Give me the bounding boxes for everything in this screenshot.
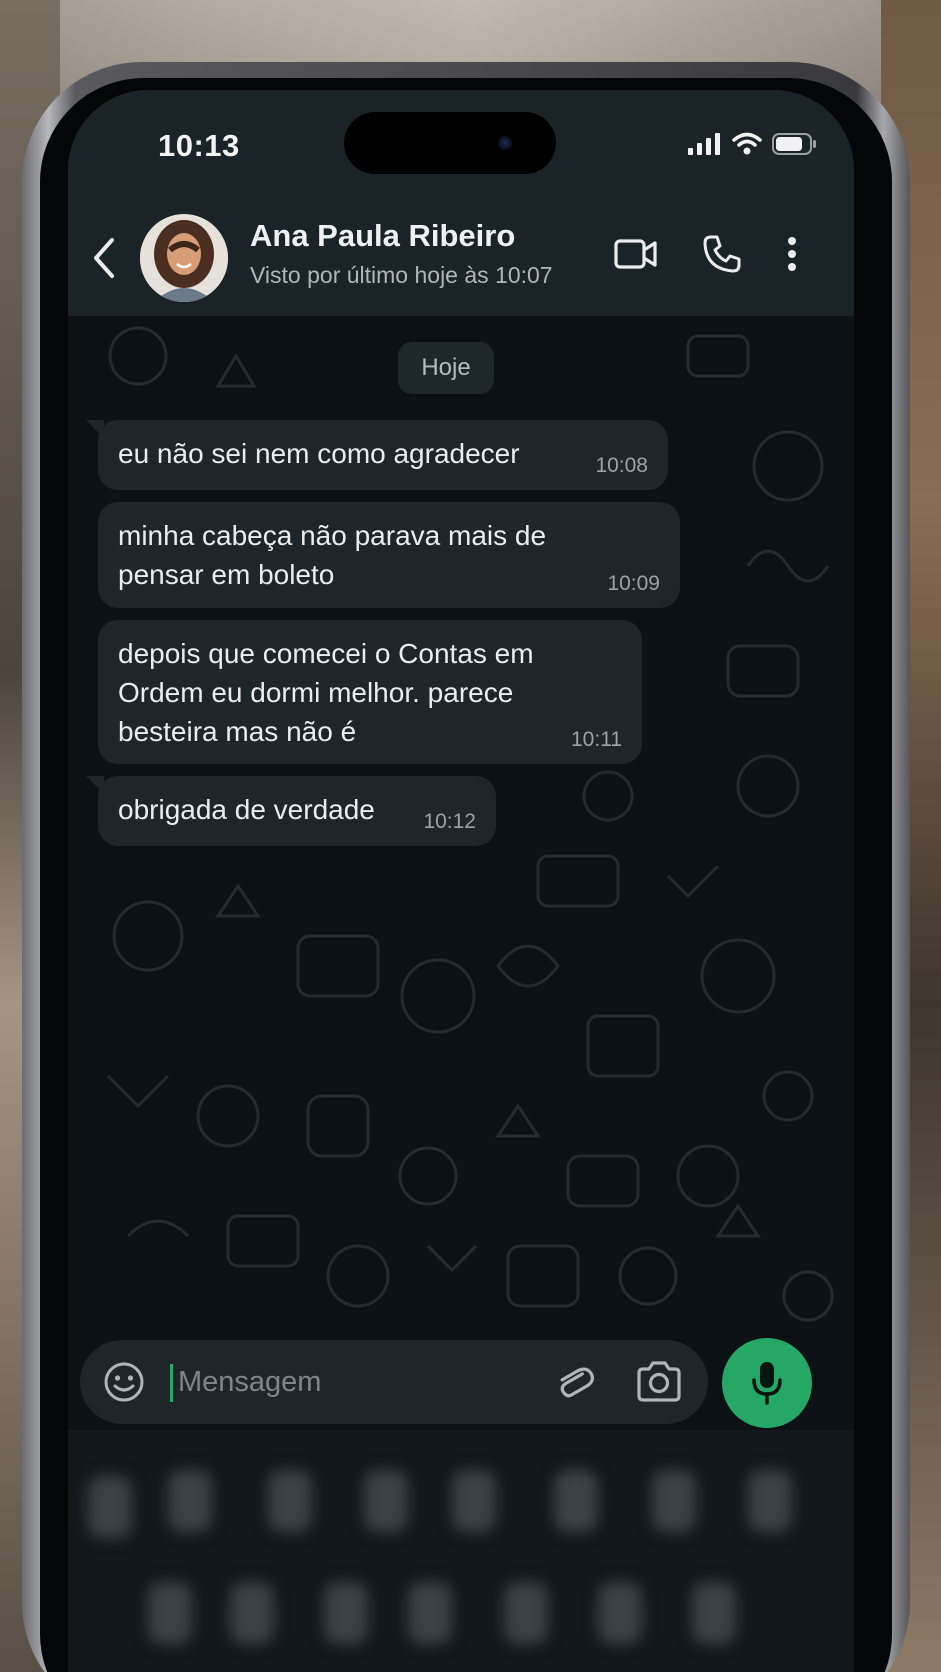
- dynamic-island: [344, 112, 556, 174]
- back-icon: [94, 238, 114, 278]
- keyboard-key[interactable]: [748, 1470, 792, 1532]
- camera-icon: [637, 1361, 681, 1402]
- attach-icon: [560, 1367, 594, 1398]
- signal-icon: [688, 133, 720, 155]
- avatar-photo: [140, 214, 228, 302]
- chat-area[interactable]: Hoje eu não sei nem como agradecer 10:08…: [68, 316, 854, 1346]
- keyboard-key[interactable]: [652, 1470, 696, 1532]
- message-time: 10:09: [607, 572, 660, 595]
- video-call-button[interactable]: [606, 224, 666, 284]
- attach-button[interactable]: [550, 1358, 598, 1406]
- status-icons: [688, 130, 818, 158]
- contact-name[interactable]: Ana Paula Ribeiro: [250, 218, 515, 254]
- video-call-icon: [614, 239, 657, 269]
- voice-message-button[interactable]: [722, 1338, 812, 1428]
- message-text: depois que comecei o Contas em Ordem eu …: [118, 638, 534, 747]
- message-time: 10:11: [571, 728, 622, 751]
- keyboard-key[interactable]: [554, 1470, 598, 1532]
- camera-button[interactable]: [634, 1358, 684, 1406]
- keyboard-key[interactable]: [692, 1582, 736, 1644]
- message-bubble[interactable]: obrigada de verdade 10:12: [86, 776, 496, 846]
- back-button[interactable]: [84, 230, 124, 286]
- message-bubble[interactable]: minha cabeça não parava mais de pensar e…: [98, 502, 680, 608]
- bubble-tail: [86, 776, 104, 794]
- message-time: 10:08: [595, 454, 648, 477]
- wifi-icon: [732, 132, 762, 155]
- voice-call-button[interactable]: [692, 224, 752, 284]
- status-time: 10:13: [158, 128, 240, 163]
- keyboard-key[interactable]: [598, 1582, 642, 1644]
- keyboard-key[interactable]: [88, 1476, 132, 1538]
- more-vertical-icon: [788, 237, 796, 271]
- bubble-tail: [86, 420, 104, 438]
- keyboard-key[interactable]: [148, 1582, 192, 1644]
- message-bubble[interactable]: depois que comecei o Contas em Ordem eu …: [98, 620, 642, 764]
- keyboard-key[interactable]: [364, 1470, 408, 1532]
- battery-icon: [772, 133, 816, 155]
- front-camera: [498, 136, 512, 150]
- emoji-icon: [104, 1362, 144, 1402]
- mic-icon: [752, 1362, 782, 1405]
- keyboard-key[interactable]: [268, 1470, 312, 1532]
- keyboard-key[interactable]: [452, 1470, 496, 1532]
- chat-header: Ana Paula Ribeiro Visto por último hoje …: [68, 200, 854, 316]
- keyboard-key[interactable]: [408, 1582, 452, 1644]
- status-bar: 10:13: [68, 90, 854, 200]
- text-caret: [170, 1364, 173, 1402]
- emoji-button[interactable]: [102, 1360, 146, 1404]
- contact-avatar[interactable]: [140, 214, 228, 302]
- keyboard: [68, 1430, 854, 1672]
- message-text: eu não sei nem como agradecer: [118, 438, 520, 469]
- phone-screen: 10:13 Ana Paula Ribeiro Visto por último…: [68, 90, 854, 1672]
- message-time: 10:12: [423, 810, 476, 833]
- message-input[interactable]: [176, 1358, 538, 1406]
- keyboard-key[interactable]: [230, 1582, 274, 1644]
- keyboard-key[interactable]: [324, 1582, 368, 1644]
- date-separator: Hoje: [398, 342, 494, 394]
- keyboard-key[interactable]: [168, 1470, 212, 1532]
- last-seen-status: Visto por último hoje às 10:07: [250, 262, 553, 288]
- keyboard-key[interactable]: [504, 1582, 548, 1644]
- phone-icon: [703, 235, 741, 273]
- message-composer: [80, 1340, 708, 1424]
- message-text: minha cabeça não parava mais de pensar e…: [118, 520, 547, 590]
- message-bubble[interactable]: eu não sei nem como agradecer 10:08: [86, 420, 668, 490]
- more-options-button[interactable]: [772, 224, 812, 284]
